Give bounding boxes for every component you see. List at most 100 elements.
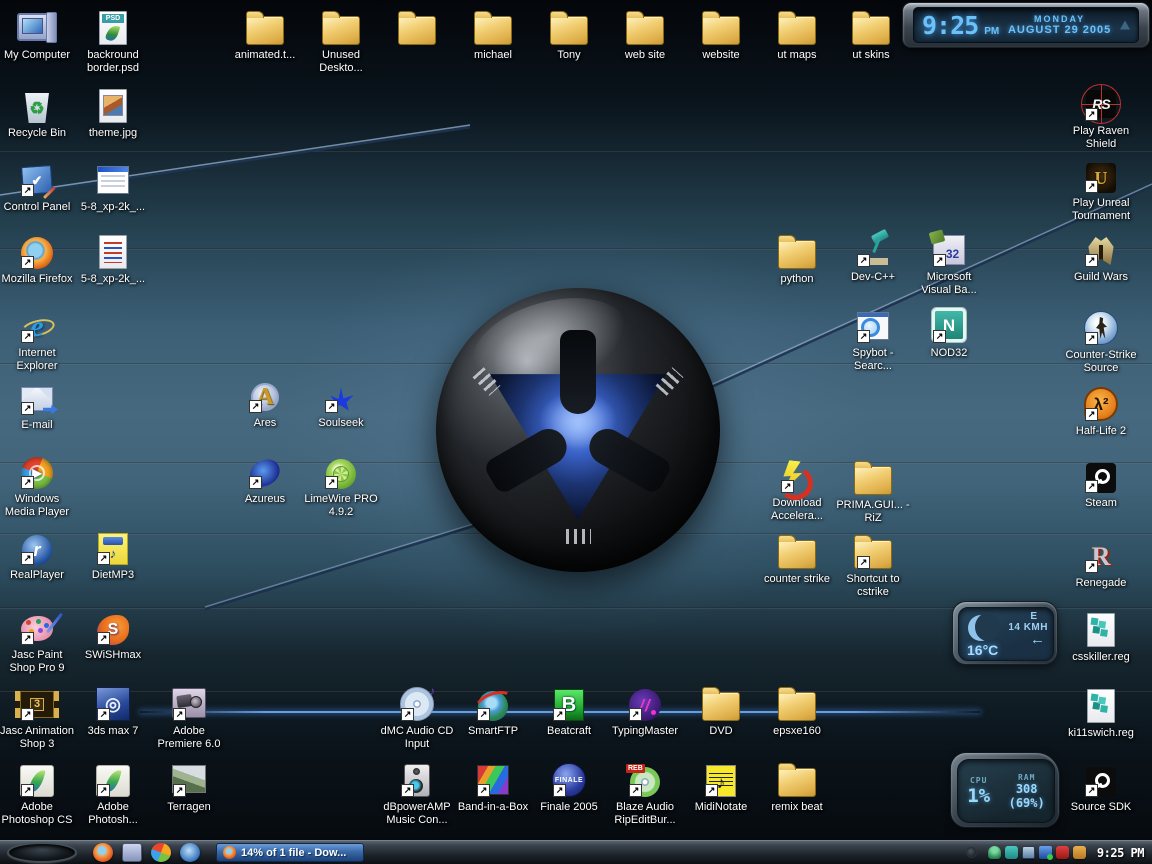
desktop-icon-limewire-pro-4-9-2[interactable]: ↗LimeWire PRO 4.9.2 [303,452,379,519]
shortcut-arrow-icon: ↗ [629,708,642,721]
desktop-icon-shortcut-to-cstrike[interactable]: ↗Shortcut to cstrike [835,532,911,599]
desktop-icon-guild-wars[interactable]: ↗Guild Wars [1063,230,1139,284]
desktop-icon-swishmax[interactable]: S↗SWiSHmax [75,608,151,662]
desktop-icon-csskiller-reg[interactable]: csskiller.reg [1063,610,1139,664]
cd-icon-glyph: ♪ [429,685,435,697]
desktop-icon-recycle-bin[interactable]: ♻Recycle Bin [0,86,75,140]
desktop-icon-jasc-paint-shop-pro-9[interactable]: ↗Jasc Paint Shop Pro 9 [0,608,75,675]
shortcut-arrow-icon: ↗ [21,256,34,269]
desktop-icon-microsoft-visual-ba[interactable]: 32↗Microsoft Visual Ba... [911,230,987,297]
desktop-icon-folder[interactable] [379,8,455,49]
dietmp3-icon-glyph: ♪ [110,547,117,560]
desktop-icon-5-8-xp-2k[interactable]: 5-8_xp-2k_... [75,160,151,214]
messenger-tray-icon[interactable] [988,846,1001,859]
desktop-icon-beatcraft[interactable]: B↗Beatcraft [531,684,607,738]
desktop-icon-theme-jpg[interactable]: theme.jpg [75,86,151,140]
updates-tray-icon[interactable] [1073,846,1086,859]
folder-icon [474,16,512,45]
icon-label: Soulseek [318,417,363,430]
start-button[interactable] [7,842,77,863]
desktop-icon-adobe-photoshop-cs[interactable]: ↗Adobe Photoshop CS [0,760,75,827]
desktop-icon-5-8-xp-2k[interactable]: 5-8_xp-2k_... [75,232,151,286]
desktop-icon-source-sdk[interactable]: ↗Source SDK [1063,760,1139,814]
desktop-icon-python[interactable]: python [759,232,835,286]
desktop-icon-jasc-animation-shop-3[interactable]: 3↗Jasc Animation Shop 3 [0,684,75,751]
desktop-icon-realplayer[interactable]: r↗RealPlayer [0,528,75,582]
desktop-icon-dbpoweramp-music-con[interactable]: ↗dBpowerAMP Music Con... [379,760,455,827]
blaze-icon-glyph: REB [626,764,645,773]
ati-tray-icon[interactable] [1056,846,1069,859]
taskbar-task-download[interactable]: 14% of 1 file - Dow... [216,843,364,862]
desktop-icon-nod32[interactable]: N↗NOD32 [911,306,987,360]
desktop-icon-control-panel[interactable]: ✔↗Control Panel [0,160,75,214]
desktop-icon-counter-strike-source[interactable]: ↗Counter-Strike Source [1063,308,1139,375]
desktop-icon-azureus[interactable]: ↗Azureus [227,452,303,506]
clock-time: 9:25 [922,11,978,40]
ram-percent: (69%) [1009,796,1045,810]
desktop-icon-dmc-audio-cd-input[interactable]: ♪↗dMC Audio CD Input [379,684,455,751]
desktop-icon-smartftp[interactable]: ↗SmartFTP [455,684,531,738]
desktop-icon-play-unreal-tournament[interactable]: U↗Play Unreal Tournament [1063,156,1139,223]
media-player-quicklaunch-icon[interactable] [151,843,171,862]
desktop-icon-michael[interactable]: michael [455,8,531,62]
desktop-icon-adobe-premiere-6-0[interactable]: ↗Adobe Premiere 6.0 [151,684,227,751]
internet-explorer-quicklaunch-icon[interactable] [180,843,200,862]
desktop-icon-e-mail[interactable]: ↗E-mail [0,378,75,432]
desktop-icon-3ds-max-7[interactable]: ◎↗3ds max 7 [75,684,151,738]
icon-label: epsxe160 [773,725,821,738]
desktop-icon-band-in-a-box[interactable]: ↗Band-in-a-Box [455,760,531,814]
desktop-icon-finale-2005[interactable]: FINALE↗Finale 2005 [531,760,607,814]
documents-quicklaunch-icon[interactable] [122,843,142,862]
desktop-icon-ut-skins[interactable]: ut skins [833,8,909,62]
antivirus-tray-icon[interactable] [1039,846,1052,859]
desktop-icon-play-raven-shield[interactable]: RS↗Play Raven Shield [1063,84,1139,151]
desktop-icon-terragen[interactable]: ↗Terragen [151,760,227,814]
media-tray-icon[interactable] [1005,846,1018,859]
desktop-icon-epsxe160[interactable]: epsxe160 [759,684,835,738]
shortcut-arrow-icon: ↗ [857,254,870,267]
desktop-icon-spybot-searc[interactable]: ↗Spybot - Searc... [835,306,911,373]
desktop-icon-internet-explorer[interactable]: e↗Internet Explorer [0,306,75,373]
desktop-icon-steam[interactable]: ↗Steam [1063,456,1139,510]
icon-label: Microsoft Visual Ba... [911,271,987,297]
desktop-icon-windows-media-player[interactable]: ▶↗Windows Media Player [0,452,75,519]
clock-widget[interactable]: 9:25 PM MONDAY AUGUST 29 2005 [902,2,1150,48]
tray-clock[interactable]: 9:25 PM [1097,846,1144,860]
real-icon-glyph: r [33,541,40,559]
desktop-icon-my-computer[interactable]: My Computer [0,8,75,62]
desktop-icon-adobe-photosh[interactable]: ↗Adobe Photosh... [75,760,151,827]
desktop-icon-dietmp3[interactable]: ♪↗DietMP3 [75,528,151,582]
icon-label: Finale 2005 [540,801,598,814]
desktop-icon-web-site[interactable]: web site [607,8,683,62]
desktop-icon-blaze-audio-ripeditbur[interactable]: REB↗Blaze Audio RipEditBur... [607,760,683,827]
desktop-icon-dev-c[interactable]: ↗Dev-C++ [835,230,911,284]
cpu-label: CPU [967,776,990,785]
desktop-icon-half-life-2[interactable]: λ²↗Half-Life 2 [1063,384,1139,438]
desktop-icon-backround-border-psd[interactable]: PSDbackround border.psd [75,8,151,75]
icon-label: remix beat [771,801,822,814]
firefox-quicklaunch-icon[interactable] [93,843,113,862]
weather-widget[interactable]: E 14 KMH ← 16°C [952,601,1058,665]
shortcut-arrow-icon: ↗ [325,400,338,413]
desktop-icon-prima-gui-riz[interactable]: PRIMA.GUI... - RiZ [835,458,911,525]
display-tray-icon[interactable] [1022,846,1035,859]
desktop-icon-download-accelera[interactable]: ↗Download Accelera... [759,456,835,523]
desktop-icon-midinotate[interactable]: ♪↗MidiNotate [683,760,759,814]
icon-label: PRIMA.GUI... - RiZ [835,499,911,525]
desktop-icon-soulseek[interactable]: ↗ Soulseek [303,376,379,430]
desktop-icon-tony[interactable]: Tony [531,8,607,62]
desktop[interactable]: My ComputerPSDbackround border.psd animat… [0,0,1152,864]
desktop-icon-ares[interactable]: A↗Ares [227,376,303,430]
desktop-icon-unused-deskto[interactable]: Unused Deskto... [303,8,379,75]
desktop-icon-typingmaster[interactable]: //↗TypingMaster [607,684,683,738]
desktop-icon-dvd[interactable]: DVD [683,684,759,738]
desktop-icon-animated-t[interactable]: animated.t... [227,8,303,62]
system-monitor-widget[interactable]: CPU 1% RAM 308 (69%) [950,752,1060,828]
desktop-icon-ut-maps[interactable]: ut maps [759,8,835,62]
desktop-icon-remix-beat[interactable]: remix beat [759,760,835,814]
desktop-icon-ki11swich-reg[interactable]: ki11swich.reg [1063,686,1139,740]
desktop-icon-renegade[interactable]: R↗Renegade [1063,536,1139,590]
desktop-icon-counter-strike[interactable]: counter strike [759,532,835,586]
desktop-icon-mozilla-firefox[interactable]: ↗Mozilla Firefox [0,232,75,286]
desktop-icon-website[interactable]: website [683,8,759,62]
